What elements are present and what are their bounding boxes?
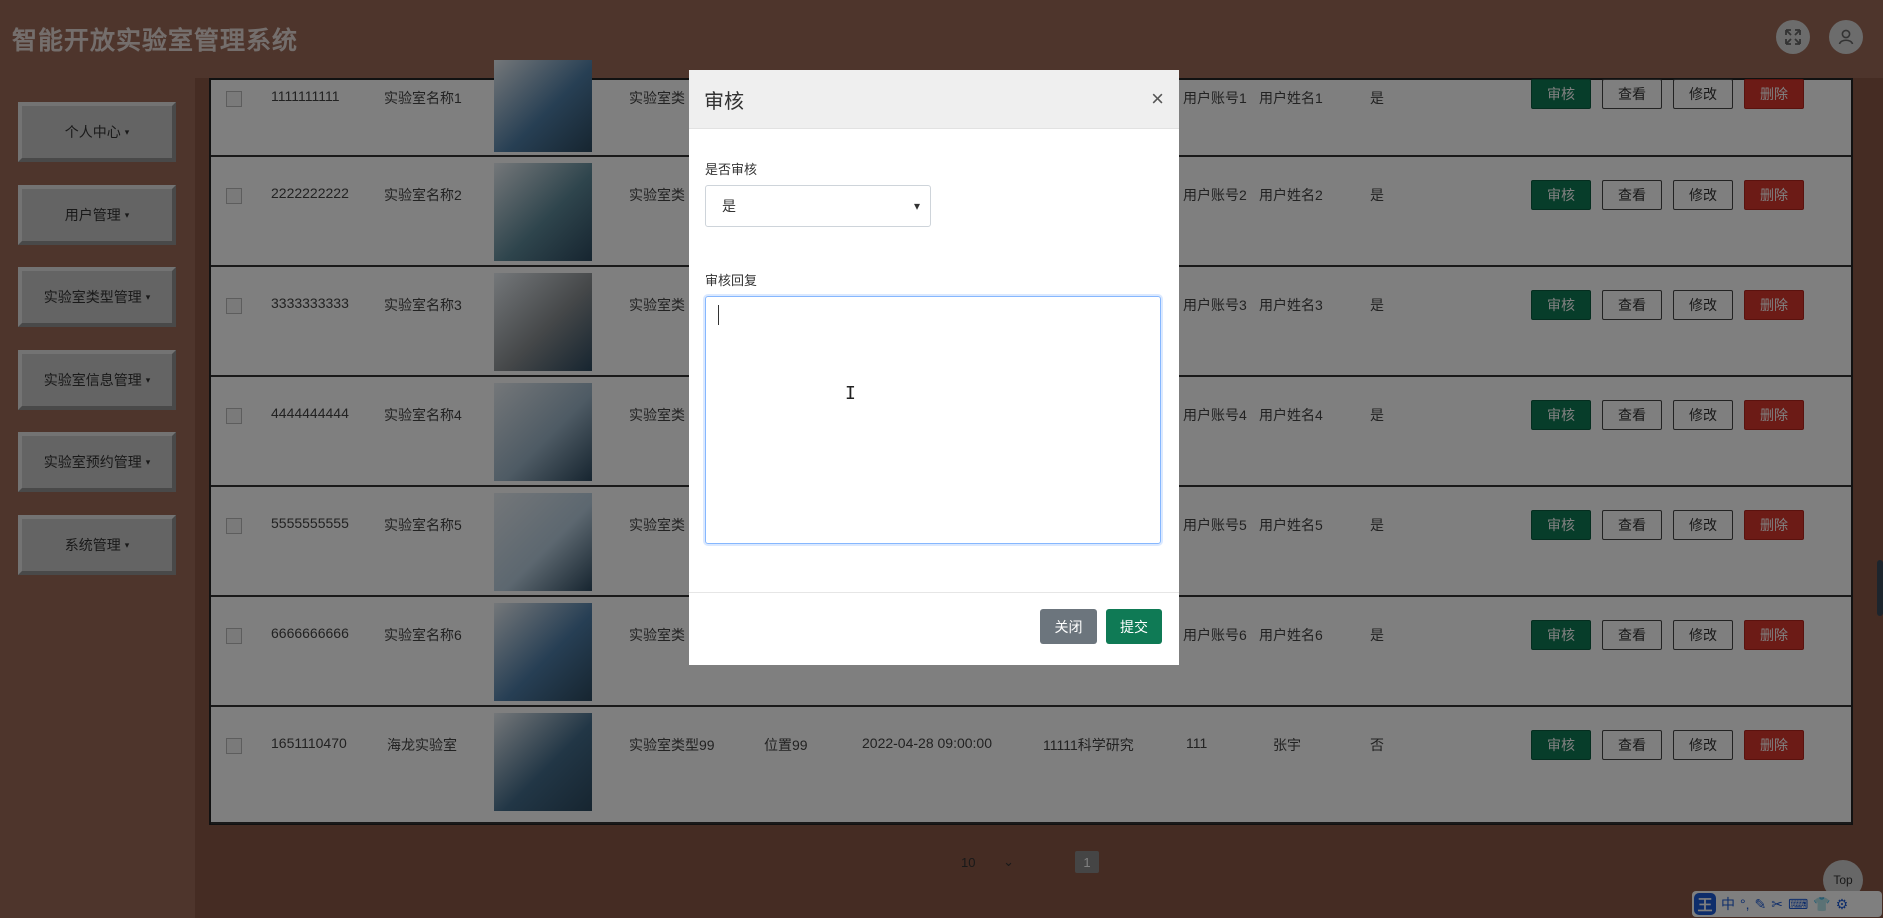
chevron-down-icon: ▾ <box>913 199 920 213</box>
text-caret <box>718 305 719 325</box>
submit-button[interactable]: 提交 <box>1106 609 1162 644</box>
modal-title: 审核 <box>704 90 744 113</box>
audit-reply-label: 审核回复 <box>705 273 758 288</box>
close-button[interactable]: 关闭 <box>1040 609 1097 644</box>
modal-header: 审核 × <box>689 70 1179 129</box>
modal-footer: 关闭 提交 <box>689 592 1179 665</box>
audit-status-select[interactable]: 是 ▾ <box>705 185 931 227</box>
audit-status-value: 是 <box>722 198 736 214</box>
text-cursor-icon: I <box>845 383 856 404</box>
audit-status-label: 是否审核 <box>705 162 758 177</box>
audit-reply-textarea[interactable] <box>705 296 1161 544</box>
close-icon[interactable]: × <box>1151 88 1164 110</box>
audit-modal: 审核 × 是否审核 是 ▾ 审核回复 I 关闭 提交 <box>689 70 1179 665</box>
